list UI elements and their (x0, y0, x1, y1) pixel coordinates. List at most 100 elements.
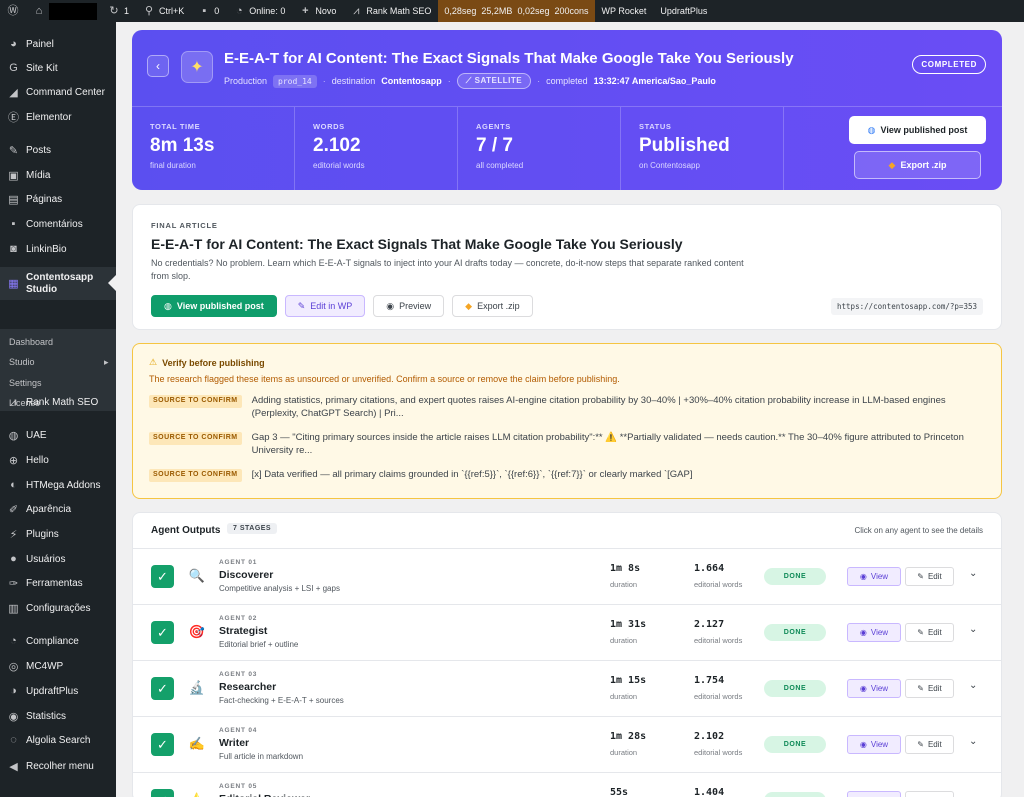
chevron-down-icon[interactable]: ⌄ (969, 568, 977, 579)
sidebar-item-uae[interactable]: ◍ UAE (0, 423, 116, 447)
query-monitor-menu[interactable]: 0,28seg 25,2MB 0,02seg 200cons (438, 0, 595, 22)
agent-emoji-icon: 🔬 (188, 680, 206, 695)
agent-edit-button[interactable]: ✎Edit (905, 735, 954, 754)
perf-memory: 25,2MB (481, 6, 513, 16)
submenu-settings[interactable]: Settings (9, 378, 42, 388)
search-shortcut[interactable]: ⚲ Ctrl+K (136, 0, 191, 22)
verify-subtitle: The research flagged these items as unso… (149, 374, 620, 384)
site-home-menu[interactable]: ⌂ (26, 0, 45, 22)
rankmath-menu[interactable]: ⩘ Rank Math SEO (343, 0, 438, 22)
sidebar-item-htmega-addons[interactable]: ◐ HTMega Addons (0, 473, 116, 497)
wprocket-menu[interactable]: WP Rocket (595, 0, 654, 22)
home-icon: ⌂ (35, 4, 43, 17)
new-content-menu[interactable]: + Novo (292, 0, 343, 22)
back-button[interactable]: ‹ (147, 55, 169, 77)
sidebar-item-configura-es[interactable]: ▥ Configurações (0, 596, 116, 620)
sidebar-item-compliance[interactable]: ◔ Compliance (0, 629, 116, 653)
agent-number: AGENT 03 (219, 671, 258, 678)
agent-edit-button[interactable]: ✎Edit (905, 791, 954, 797)
agent-edit-button[interactable]: ✎Edit (905, 679, 954, 698)
view-published-post-button[interactable]: ◍ View published post (849, 116, 986, 144)
agent-duration: 1m 28s (610, 731, 647, 742)
preview-button[interactable]: ◉ Preview (373, 295, 445, 317)
rankmath-icon: ⩘ (10, 395, 17, 408)
sidebar-item-hello[interactable]: ⊕ Hello (0, 448, 116, 472)
view-published-post-button[interactable]: ◍ View published post (151, 295, 277, 317)
sidebar-item-updraftplus[interactable]: ◑ UpdraftPlus (0, 679, 116, 703)
sidebar-item-label: Painel (26, 38, 54, 50)
chevron-down-icon[interactable]: ⌄ (969, 624, 977, 635)
edit-in-wp-button[interactable]: ✎ Edit in WP (284, 295, 366, 317)
sidebar-item-command-center[interactable]: ◢ Command Center (0, 80, 116, 104)
sidebar-item-plugins[interactable]: ⚡ Plugins (0, 522, 116, 546)
sidebar-item-elementor[interactable]: Ⓔ Elementor (0, 105, 116, 129)
agent-row[interactable]: ✓ 🎯 AGENT 02 Strategist Editorial brief + ou… (133, 605, 1001, 661)
export-zip-button[interactable]: ◆ Export .zip (452, 295, 533, 317)
env-label: Production (224, 76, 268, 86)
sidebar-item-recolher-menu[interactable]: ◀ Recolher menu (0, 754, 116, 778)
agent-edit-button[interactable]: ✎Edit (905, 567, 954, 586)
final-article-title: E-E-A-T for AI Content: The Exact Signal… (151, 236, 683, 252)
export-zip-button[interactable]: ◆ Export .zip (854, 151, 981, 179)
sidebar-item-site-kit[interactable]: G Site Kit (0, 56, 116, 80)
link-icon: ⟋ (465, 76, 475, 85)
verify-item: SOURCE TO CONFIRM Gap 3 — "Citing primar… (149, 431, 989, 457)
sidebar-item-statistics[interactable]: ◉ Statistics (0, 704, 116, 728)
source-to-confirm-tag: SOURCE TO CONFIRM (149, 469, 242, 482)
online-menu[interactable]: ◔ Online: 0 (226, 0, 292, 22)
agent-view-button[interactable]: ◉View (847, 567, 901, 586)
agent-view-button[interactable]: ◉View (847, 791, 901, 797)
agent-view-button[interactable]: ◉View (847, 623, 901, 642)
agent-row[interactable]: ✓⭐AGENT 05Editorial Reviewer55sduration1… (133, 773, 1001, 797)
agent-duration-label: duration (610, 692, 638, 701)
satellite-label: SATELLITE (474, 76, 523, 85)
run-title: E-E-A-T for AI Content: The Exact Signal… (224, 50, 794, 67)
sidebar-item-linkinbio[interactable]: ◙ LinkinBio (0, 237, 116, 261)
sidebar-item-posts[interactable]: ✎ Posts (0, 138, 116, 162)
sidebar-item-painel[interactable]: ◕ Painel (0, 32, 116, 56)
sidebar-item-algolia-search[interactable]: ◌ Algolia Search (0, 728, 116, 752)
pencil-icon: ✎ (917, 572, 924, 581)
agent-row[interactable]: ✓ ✍️ AGENT 04 Writer Full article in markdow… (133, 717, 1001, 773)
sidebar-item-label: Ferramentas (26, 577, 83, 589)
plus-icon: + (302, 4, 309, 17)
submenu-studio[interactable]: Studio (9, 357, 35, 367)
sidebar-item-p-ginas[interactable]: ▤ Páginas (0, 187, 116, 211)
dashboard-icon: ◕ (10, 38, 17, 50)
button-label: View (870, 628, 889, 637)
agent-view-button[interactable]: ◉View (847, 735, 901, 754)
updates-menu[interactable]: ↻ 1 (101, 0, 136, 22)
sidebar-item-ferramentas[interactable]: ✑ Ferramentas (0, 571, 116, 595)
chevron-down-icon[interactable]: ⌄ (969, 736, 977, 747)
wordpress-logo-menu[interactable]: Ⓦ (0, 0, 26, 22)
agent-duration: 1m 15s (610, 675, 647, 686)
agent-row[interactable]: ✓ 🔍 AGENT 01 Discoverer Competitive analysis… (133, 549, 1001, 605)
updraft-icon: ◑ (10, 685, 17, 697)
updraftplus-menu[interactable]: UpdraftPlus (653, 0, 714, 22)
sidebar-item-mc4wp[interactable]: ◎ MC4WP (0, 654, 116, 678)
sidebar-item-m-dia[interactable]: ▣ Mídia (0, 163, 116, 187)
comments-menu[interactable]: ▪ 0 (191, 0, 226, 22)
sidebar-item-coment-rios[interactable]: ▪ Comentários (0, 212, 116, 236)
chevron-down-icon[interactable]: ⌄ (969, 792, 977, 797)
stat-sub: on Contentosapp (639, 161, 700, 170)
agent-view-button[interactable]: ◉View (847, 679, 901, 698)
submenu-dashboard[interactable]: Dashboard (9, 337, 53, 347)
button-label: Edit (927, 628, 942, 637)
eye-icon: ◉ (859, 572, 867, 581)
agent-emoji-icon: 🔍 (188, 568, 206, 583)
agent-duration: 1m 8s (610, 563, 641, 574)
sidebar-item-rank-math-seo[interactable]: ⩘ Rank Math SEO (0, 390, 116, 414)
sidebar-item-apar-ncia[interactable]: ✐ Aparência (0, 497, 116, 521)
sidebar-item-contentosapp-studio[interactable]: ▦ Contentosapp Studio (0, 267, 116, 300)
wordpress-icon: Ⓦ (7, 4, 19, 17)
agent-edit-button[interactable]: ✎Edit (905, 623, 954, 642)
agent-row[interactable]: ✓ 🔬 AGENT 03 Researcher Fact-checking + E-E-… (133, 661, 1001, 717)
chevron-down-icon[interactable]: ⌄ (969, 680, 977, 691)
published-url[interactable]: https://contentosapp.com/?p=353 (831, 298, 983, 315)
brush-icon: ✐ (8, 503, 19, 516)
button-label: Export .zip (900, 160, 947, 170)
elementor-icon: Ⓔ (8, 112, 19, 124)
sidebar-item-usu-rios[interactable]: ● Usuários (0, 547, 116, 571)
plugin-icon: ⚡ (9, 528, 18, 541)
